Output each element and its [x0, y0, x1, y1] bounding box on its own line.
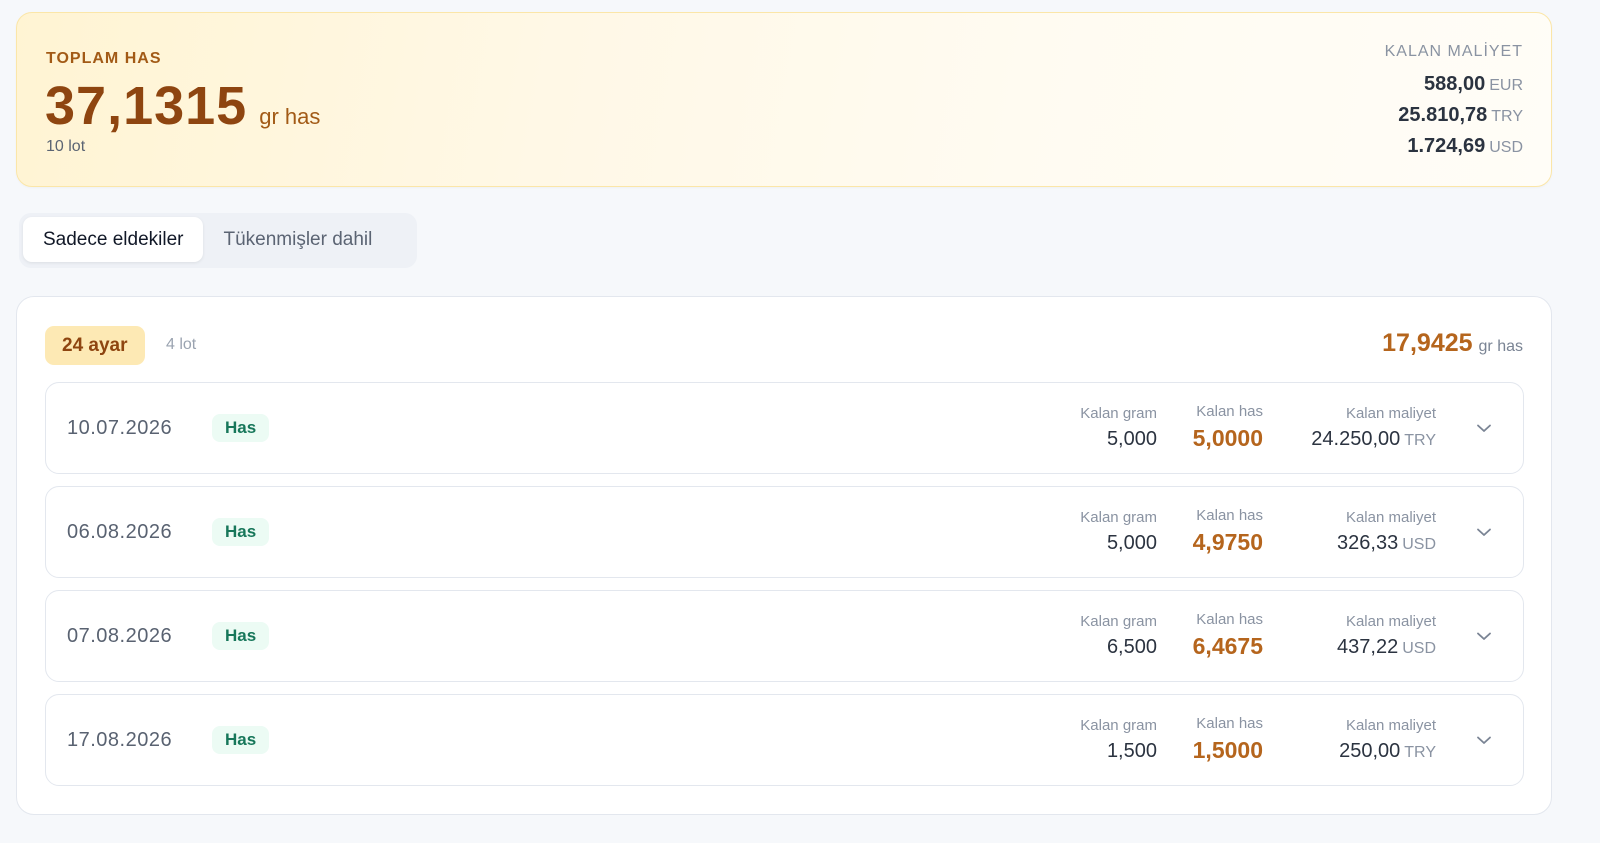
cost-row-usd: 1.724,69 USD [1385, 131, 1523, 162]
filter-include-depleted[interactable]: Tükenmişler dahil [203, 217, 392, 262]
cost-currency: TRY [1404, 744, 1436, 761]
cost-label: Kalan maliyet [1345, 613, 1436, 630]
cost-amount: 437,22 [1337, 636, 1399, 658]
lot-remaining-cost: Kalan maliyet 437,22 USD [1337, 613, 1436, 659]
lot-remaining-gram: Kalan gram 5,000 [1080, 509, 1157, 555]
cost-currency: TRY [1404, 432, 1436, 449]
filter-only-in-hand[interactable]: Sadece eldekiler [23, 217, 204, 262]
cost-currency: EUR [1489, 77, 1523, 94]
gram-value: 6,500 [1106, 636, 1157, 658]
remaining-cost-summary: KALAN MALİYET 588,00 EUR 25.810,78 TRY 1.7… [1385, 43, 1523, 162]
lot-remaining-cost: Kalan maliyet 250,00 TRY [1339, 717, 1436, 763]
cost-amount: 25.810,78 [1398, 104, 1488, 126]
total-label: TOPLAM HAS [46, 50, 162, 67]
lot-type-badge: Has [212, 726, 270, 754]
cost-label: Kalan maliyet [1345, 717, 1436, 734]
chevron-down-icon[interactable] [1475, 523, 1493, 541]
holdings-filter-toggle: Sadece eldekiler Tükenmişler dahil [19, 213, 417, 268]
cost-currency: TRY [1491, 108, 1523, 125]
group-total-has: 17,9425 gr has [1382, 329, 1523, 358]
group-total-unit: gr has [1478, 338, 1523, 355]
chevron-down-icon[interactable] [1475, 731, 1493, 749]
cost-amount: 326,33 [1337, 532, 1399, 554]
lot-type-badge: Has [212, 518, 270, 546]
lot-date: 07.08.2026 [67, 625, 173, 647]
cost-value: 24.250,00 TRY [1311, 428, 1436, 451]
has-label: Kalan has [1196, 507, 1263, 524]
lot-row[interactable]: 06.08.2026 Has Kalan gram 5,000 Kalan ha… [45, 486, 1524, 578]
cost-value: 437,22 USD [1337, 636, 1436, 659]
total-has: 37,1315 gr has [45, 75, 320, 137]
lot-row[interactable]: 10.07.2026 Has Kalan gram 5,000 Kalan ha… [45, 382, 1524, 474]
lot-remaining-cost: Kalan maliyet 24.250,00 TRY [1311, 405, 1436, 451]
total-lot-count: 10 lot [46, 138, 86, 155]
cost-amount: 1.724,69 [1407, 135, 1486, 157]
gram-label: Kalan gram [1080, 405, 1157, 422]
has-label: Kalan has [1196, 403, 1263, 420]
lot-date: 06.08.2026 [67, 521, 173, 543]
group-total-value: 17,9425 [1382, 329, 1473, 357]
total-has-value: 37,1315 [45, 76, 248, 136]
cost-label: Kalan maliyet [1345, 405, 1436, 422]
cost-currency: USD [1402, 640, 1436, 657]
group-lot-count: 4 lot [166, 336, 197, 353]
karat-group-card: 24 ayar 4 lot 17,9425 gr has 10.07.2026 … [16, 296, 1552, 815]
lot-remaining-has: Kalan has 4,9750 [1193, 507, 1263, 556]
lot-row[interactable]: 17.08.2026 Has Kalan gram 1,500 Kalan ha… [45, 694, 1524, 786]
lot-remaining-has: Kalan has 6,4675 [1193, 611, 1263, 660]
has-value: 1,5000 [1192, 737, 1263, 763]
gram-label: Kalan gram [1080, 509, 1157, 526]
total-summary-card: TOPLAM HAS 37,1315 gr has 10 lot KALAN M… [16, 12, 1552, 187]
lot-type-badge: Has [212, 414, 270, 442]
chevron-down-icon[interactable] [1475, 627, 1493, 645]
cost-row-try: 25.810,78 TRY [1385, 100, 1523, 131]
has-label: Kalan has [1196, 611, 1263, 628]
gram-value: 5,000 [1106, 532, 1157, 554]
cost-value: 326,33 USD [1337, 532, 1436, 555]
has-value: 4,9750 [1192, 529, 1263, 555]
has-label: Kalan has [1196, 715, 1263, 732]
lot-date: 10.07.2026 [67, 417, 173, 439]
chevron-down-icon[interactable] [1475, 419, 1493, 437]
has-value: 6,4675 [1192, 633, 1263, 659]
cost-currency: USD [1402, 536, 1436, 553]
cost-amount: 24.250,00 [1311, 428, 1401, 450]
gram-label: Kalan gram [1080, 717, 1157, 734]
lot-remaining-gram: Kalan gram 5,000 [1080, 405, 1157, 451]
karat-badge: 24 ayar [45, 326, 145, 365]
lot-date: 17.08.2026 [67, 729, 173, 751]
cost-currency: USD [1489, 139, 1523, 156]
remaining-cost-label: KALAN MALİYET [1384, 43, 1523, 60]
gram-value: 1,500 [1106, 740, 1157, 762]
lot-row[interactable]: 07.08.2026 Has Kalan gram 6,500 Kalan ha… [45, 590, 1524, 682]
has-value: 5,0000 [1192, 425, 1263, 451]
lot-remaining-cost: Kalan maliyet 326,33 USD [1337, 509, 1436, 555]
gram-value: 5,000 [1106, 428, 1157, 450]
lot-remaining-has: Kalan has 5,0000 [1193, 403, 1263, 452]
total-has-unit: gr has [259, 104, 321, 129]
gram-label: Kalan gram [1080, 613, 1157, 630]
cost-row-eur: 588,00 EUR [1385, 69, 1523, 100]
lot-remaining-gram: Kalan gram 1,500 [1080, 717, 1157, 763]
cost-amount: 250,00 [1339, 740, 1401, 762]
cost-value: 250,00 TRY [1339, 740, 1436, 763]
lot-type-badge: Has [212, 622, 270, 650]
lot-remaining-gram: Kalan gram 6,500 [1080, 613, 1157, 659]
cost-amount: 588,00 [1424, 73, 1486, 95]
lot-remaining-has: Kalan has 1,5000 [1193, 715, 1263, 764]
cost-label: Kalan maliyet [1345, 509, 1436, 526]
